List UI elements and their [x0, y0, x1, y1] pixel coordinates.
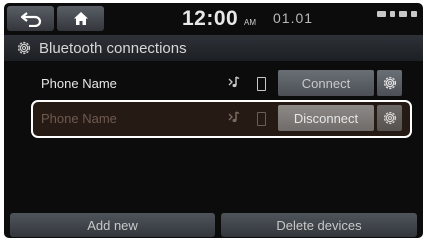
add-new-button[interactable]: Add new [10, 213, 215, 237]
status-bar: 12:00 AM 01.01 [4, 3, 423, 34]
phone-icon [257, 77, 266, 91]
clock-time: 12:00 [182, 7, 239, 30]
device-row-selected[interactable]: Phone Name Disconnect [4, 102, 423, 136]
screenshot-frame: 12:00 AM 01.01 Bluetooth connections Pho… [0, 0, 427, 241]
network-status-icon [411, 11, 417, 17]
date-display: 01.01 [273, 10, 314, 26]
audio-stream-icon [228, 111, 240, 123]
bluetooth-status-icon [377, 11, 386, 17]
status-icons [377, 11, 417, 17]
home-button[interactable] [57, 6, 104, 31]
disconnect-button[interactable]: Disconnect [278, 105, 374, 131]
page-title: Bluetooth connections [39, 40, 187, 57]
phone-icon [257, 112, 266, 126]
device-name: Phone Name [41, 76, 117, 91]
back-arrow-icon [20, 11, 41, 27]
battery-status-icon [390, 11, 395, 17]
delete-devices-button[interactable]: Delete devices [221, 213, 417, 237]
signal-status-icon [399, 11, 407, 17]
device-settings-button[interactable] [377, 70, 402, 96]
clock-ampm: AM [244, 18, 256, 27]
back-button[interactable] [7, 6, 54, 31]
gear-icon [383, 111, 396, 125]
connect-button[interactable]: Connect [278, 70, 374, 96]
device-settings-button[interactable] [377, 105, 402, 131]
gear-icon [17, 41, 31, 55]
page-header: Bluetooth connections [4, 35, 423, 61]
device-row[interactable]: Phone Name Connect [4, 67, 423, 101]
audio-stream-icon [228, 76, 240, 88]
device-name: Phone Name [41, 111, 117, 126]
head-unit-display: 12:00 AM 01.01 Bluetooth connections Pho… [4, 3, 423, 238]
home-icon [73, 12, 88, 25]
gear-icon [383, 76, 396, 90]
